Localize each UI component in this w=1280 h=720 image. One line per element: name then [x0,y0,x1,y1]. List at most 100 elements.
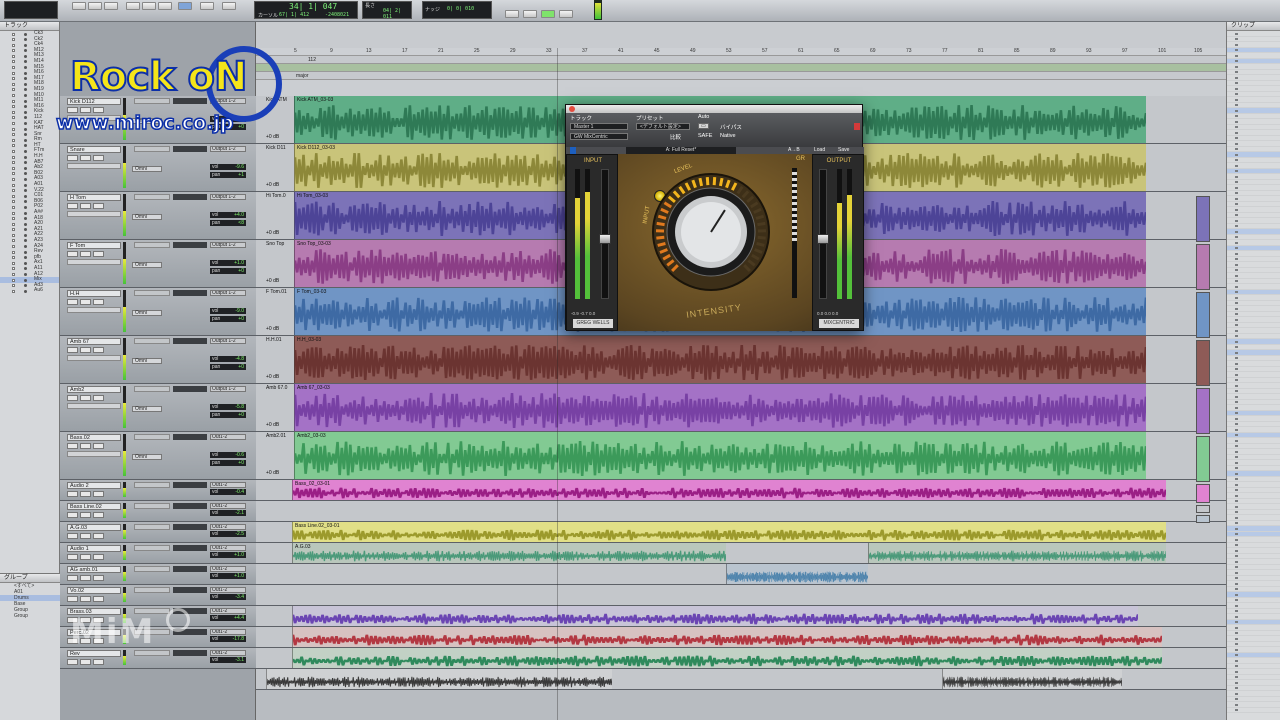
record-button[interactable] [67,251,78,257]
output-select[interactable]: Out1-2 [210,524,246,530]
pan-field[interactable]: pan +0 [210,412,246,418]
visibility-icon[interactable] [12,261,15,265]
plugin-power-icon[interactable] [854,123,860,130]
send-slot[interactable] [173,482,207,488]
visibility-icon[interactable] [12,127,15,131]
zoom-button[interactable] [104,2,118,10]
track-view-selector[interactable] [67,403,121,409]
volume-field[interactable]: vol -17.8 [210,636,246,642]
waves-preset-name[interactable]: A: Full Reset* [626,147,736,154]
visibility-icon[interactable] [12,217,15,221]
track-view-selector[interactable] [67,307,121,313]
send-slot[interactable] [173,566,207,572]
output-select[interactable]: Output 1-2 [210,194,246,200]
visibility-icon[interactable] [12,233,15,237]
audio-clip[interactable]: A.G.03 [292,543,726,563]
mute-button[interactable] [93,443,104,449]
visibility-icon[interactable] [12,105,15,109]
preset-select[interactable]: <デフォルト設定> [636,123,690,130]
pan-field[interactable]: pan <8 [210,220,246,226]
track-view-selector[interactable] [67,355,121,361]
zoom-button[interactable] [72,2,86,10]
track-name-field[interactable]: Amb 67 [67,338,121,345]
visibility-icon[interactable] [12,38,15,42]
track-name-field[interactable]: H.H [67,290,121,297]
tool-trim-button[interactable] [126,2,140,10]
track-view-selector[interactable] [67,259,121,265]
record-button[interactable] [67,575,78,581]
audio-clip[interactable] [292,627,1162,647]
track-lane[interactable] [256,627,1226,648]
track-name-field[interactable]: AG amb.01 [67,566,121,573]
forward-button[interactable] [559,10,573,18]
insert-slot[interactable] [134,503,170,509]
visibility-icon[interactable] [12,267,15,271]
track-name-field[interactable]: Audio 2 [67,482,121,489]
mute-button[interactable] [93,203,104,209]
send-slot[interactable] [173,146,207,152]
record-button[interactable] [67,491,78,497]
record-button[interactable] [67,203,78,209]
solo-button[interactable] [80,395,91,401]
audio-clip[interactable]: Bass Line.02_03-01 [292,522,1166,542]
send-slot[interactable] [173,194,207,200]
input-fader[interactable] [599,169,611,299]
output-select[interactable]: Out1-2 [210,482,246,488]
track-view-selector[interactable] [67,211,121,217]
track-name-field[interactable]: F Tom [67,242,121,249]
solo-button[interactable] [80,596,91,602]
plugin-titlebar[interactable] [566,105,862,113]
marker-ruler[interactable]: 112 [256,56,1226,64]
solo-button[interactable] [80,491,91,497]
output-select[interactable]: Out1-2 [210,608,246,614]
mute-button[interactable] [93,491,104,497]
record-button[interactable] [67,155,78,161]
send-slot[interactable] [173,545,207,551]
output-fader-cap[interactable] [817,234,829,244]
track-lane[interactable]: H.H.01 +0 dB H.H_03-03 [256,336,1226,384]
visibility-icon[interactable] [12,189,15,193]
visibility-icon[interactable] [12,94,15,98]
track-lane[interactable]: Amb2.01 +0 dB Amb2_03-03 [256,432,1226,480]
track-header[interactable]: Bass Line.02 Out1-2 vol -2.1 [60,501,256,522]
visibility-icon[interactable] [12,144,15,148]
main-counter[interactable]: 34| 1| 047 カーソル 67| 1| 412 -2408021 [254,1,358,19]
visibility-icon[interactable] [12,289,15,293]
volume-field[interactable]: vol +4.4 [210,615,246,621]
auto-button[interactable]: ▭ [698,123,709,129]
audio-clip[interactable] [292,648,1162,668]
input-select[interactable]: Omni [132,406,162,412]
solo-button[interactable] [80,575,91,581]
solo-button[interactable] [80,251,91,257]
timeline-ruler[interactable]: 5 9 13 17 21 25 29 33 37 41 45 49 53 57 61 65 69 73 77 81 85… [256,22,1226,96]
insert-slot[interactable] [134,242,170,248]
mute-button[interactable] [93,575,104,581]
rewind-button[interactable] [505,10,519,18]
visibility-icon[interactable] [12,200,15,204]
record-button[interactable] [67,596,78,602]
tool-pencil-button[interactable] [200,2,214,10]
volume-field[interactable]: vol -3.1 [210,657,246,663]
group-list-item[interactable]: Group [0,613,60,619]
visibility-icon[interactable] [12,256,15,260]
visibility-icon[interactable] [12,49,15,53]
insert-slot[interactable] [134,566,170,572]
visibility-icon[interactable] [12,222,15,226]
visibility-icon[interactable] [12,166,15,170]
track-header[interactable]: F Tom Omni Output 1-2 vol +1.0 pan +0 [60,240,256,288]
volume-field[interactable]: vol -5.8 [210,404,246,410]
zoom-button[interactable] [88,2,102,10]
track-lane[interactable]: Bass Line.02_03-01 [256,522,1226,543]
tempo-ruler[interactable] [256,80,1226,96]
nudge-display[interactable]: ナッジ 0| 0| 010 [422,1,492,19]
visibility-icon[interactable] [12,205,15,209]
visibility-icon[interactable] [12,228,15,232]
output-select[interactable]: Out1-2 [210,650,246,656]
volume-field[interactable]: vol -0.4 [210,489,246,495]
solo-button[interactable] [80,533,91,539]
track-view-selector[interactable] [67,163,121,169]
input-select[interactable]: Omni [132,310,162,316]
record-button[interactable] [67,443,78,449]
solo-button[interactable] [80,443,91,449]
visibility-icon[interactable] [12,183,15,187]
